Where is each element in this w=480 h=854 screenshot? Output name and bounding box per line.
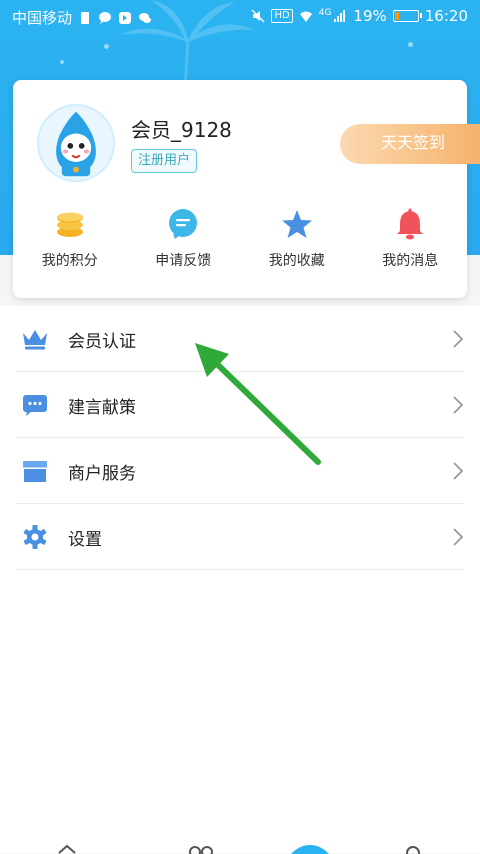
decor-dot — [60, 60, 64, 64]
quick-action-favorites[interactable]: 我的收藏 — [240, 208, 354, 280]
network-label: 4G — [318, 8, 332, 18]
status-bar: 中国移动 HD 4G 19% 16:20 — [0, 0, 480, 34]
battery-percent: 19% — [353, 7, 387, 25]
gear-icon — [23, 525, 47, 549]
chevron-right-icon — [453, 396, 464, 414]
quick-action-points[interactable]: 我的积分 — [13, 208, 127, 280]
signal-icon — [334, 10, 346, 22]
shield-icon — [119, 11, 132, 24]
decor-dot — [408, 42, 413, 47]
empty-content-area — [0, 570, 480, 853]
sim-icon — [81, 11, 90, 24]
clock: 16:20 — [424, 7, 468, 25]
mascot-avatar-icon — [56, 111, 96, 177]
menu-item-membership[interactable]: 会员认证 — [0, 306, 480, 372]
battery-icon — [392, 10, 422, 22]
menu-item-suggestions[interactable]: 建言献策 — [0, 372, 480, 438]
menu-item-label: 设置 — [68, 529, 102, 550]
quick-action-label: 申请反馈 — [155, 253, 212, 269]
mute-icon — [251, 9, 266, 23]
hd-label: HD — [271, 9, 293, 23]
star-icon — [281, 210, 312, 238]
carrier-label: 中国移动 — [12, 9, 73, 27]
wifi-icon — [299, 11, 312, 22]
bottom-navigation — [0, 838, 480, 854]
menu-item-label: 建言献策 — [68, 397, 136, 418]
quick-action-label: 我的收藏 — [268, 253, 325, 269]
menu-item-settings[interactable]: 设置 — [0, 504, 480, 570]
quick-action-label: 我的消息 — [382, 253, 439, 269]
quick-actions: 我的积分 申请反馈 我的收藏 我的消息 — [13, 208, 467, 280]
menu-item-label: 会员认证 — [68, 331, 136, 352]
store-icon — [23, 461, 47, 482]
coins-icon — [56, 212, 83, 237]
daily-checkin-button[interactable]: 天天签到 — [340, 124, 480, 164]
avatar[interactable] — [37, 104, 115, 182]
profile-card: 会员_9128 注册用户 天天签到 我的积分 申请反馈 我的收藏 我的消息 — [13, 80, 480, 298]
quick-action-feedback[interactable]: 申请反馈 — [127, 208, 241, 280]
user-type-badge: 注册用户 — [131, 149, 198, 173]
message-icon — [23, 395, 47, 416]
chevron-right-icon — [453, 330, 464, 348]
menu-item-label: 商户服务 — [68, 463, 136, 484]
username: 会员_9128 — [131, 118, 232, 142]
wechat-icon — [139, 12, 152, 23]
chevron-right-icon — [453, 462, 464, 480]
chevron-right-icon — [453, 528, 464, 546]
menu-item-merchant[interactable]: 商户服务 — [0, 438, 480, 504]
feedback-icon — [169, 209, 198, 239]
settings-menu: 会员认证 建言献策 商户服务 设置 — [0, 306, 480, 570]
bell-icon — [397, 208, 424, 240]
quick-action-label: 我的积分 — [41, 253, 98, 269]
crown-icon — [23, 330, 47, 350]
decor-dot — [104, 44, 109, 49]
chat-bubble-icon — [99, 11, 112, 24]
quick-action-messages[interactable]: 我的消息 — [354, 208, 468, 280]
